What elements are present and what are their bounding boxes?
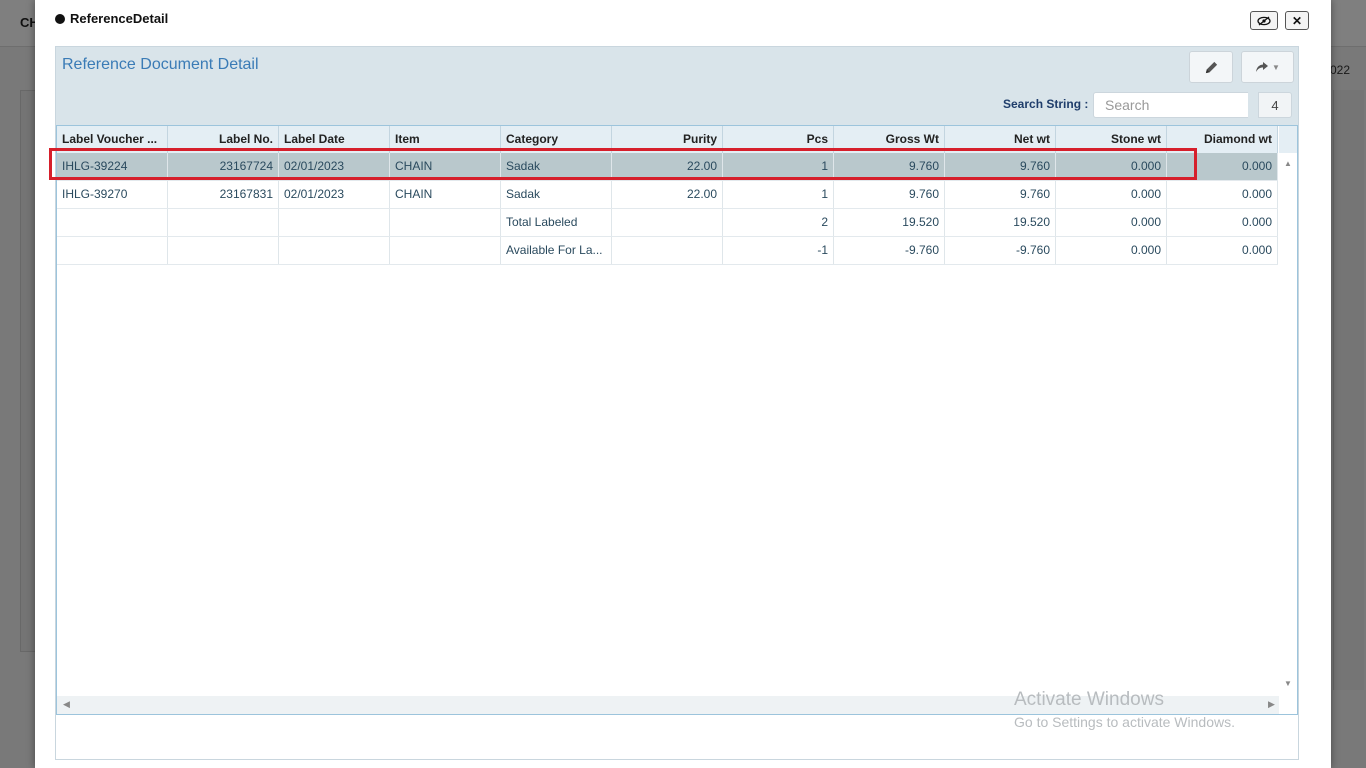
- modal-title: ReferenceDetail: [55, 11, 168, 26]
- table-cell: [390, 237, 501, 264]
- column-header[interactable]: Label Voucher ...: [57, 126, 168, 153]
- scroll-up-icon[interactable]: ▲: [1284, 159, 1292, 168]
- column-header[interactable]: Diamond wt: [1167, 126, 1278, 153]
- column-header[interactable]: Net wt: [945, 126, 1056, 153]
- close-icon: ✕: [1291, 13, 1303, 28]
- table-cell: 0.000: [1167, 209, 1278, 236]
- grid-body: IHLG-39224 23167724 02/01/2023 CHAIN Sadak 22…: [57, 153, 1278, 265]
- table-cell: 02/01/2023: [279, 181, 390, 208]
- table-cell: 19.520: [834, 209, 945, 236]
- share-icon: [1256, 62, 1269, 72]
- search-input[interactable]: [1093, 92, 1248, 118]
- table-cell: -9.760: [834, 237, 945, 264]
- column-header[interactable]: Purity: [612, 126, 723, 153]
- table-cell: 0.000: [1056, 153, 1167, 180]
- table-cell: CHAIN: [390, 181, 501, 208]
- table-cell: 0.000: [1167, 181, 1278, 208]
- table-cell: 1: [723, 181, 834, 208]
- table-cell: 0.000: [1056, 181, 1167, 208]
- table-cell: Sadak: [501, 153, 612, 180]
- table-cell: [612, 237, 723, 264]
- grid-header: Label Voucher ... Label No. Label Date Item…: [57, 126, 1278, 154]
- scroll-down-icon[interactable]: ▼: [1284, 679, 1292, 688]
- table-cell: [57, 209, 168, 236]
- table-cell: 9.760: [945, 181, 1056, 208]
- vertical-scrollbar[interactable]: ▲ ▼: [1279, 153, 1297, 696]
- search-label: Search String :: [1003, 97, 1089, 111]
- table-row[interactable]: IHLG-39270 23167831 02/01/2023 CHAIN Sadak 22…: [57, 181, 1278, 209]
- panel-title: Reference Document Detail: [62, 56, 259, 73]
- table-cell: 9.760: [834, 181, 945, 208]
- horizontal-scrollbar[interactable]: ◀ ▶: [57, 696, 1279, 714]
- table-cell: 0.000: [1167, 153, 1278, 180]
- modal-title-text: ReferenceDetail: [70, 11, 169, 26]
- table-cell: Available For La...: [501, 237, 612, 264]
- reference-document-panel: Reference Document Detail ▼ Search Strin…: [55, 46, 1299, 760]
- column-header[interactable]: Item: [390, 126, 501, 153]
- table-cell: [168, 209, 279, 236]
- table-cell: Sadak: [501, 181, 612, 208]
- bullet-icon: [55, 13, 65, 24]
- table-cell: [279, 209, 390, 236]
- eye-slash-icon: [1257, 15, 1271, 26]
- table-cell: [57, 237, 168, 264]
- table-cell: 9.760: [945, 153, 1056, 180]
- table-cell: [279, 237, 390, 264]
- chevron-down-icon: ▼: [1272, 62, 1280, 72]
- scroll-left-icon[interactable]: ◀: [63, 699, 70, 710]
- table-cell: 0.000: [1056, 237, 1167, 264]
- column-header[interactable]: Label Date: [279, 126, 390, 153]
- column-header[interactable]: Gross Wt: [834, 126, 945, 153]
- grid-header-filler: [1279, 126, 1297, 154]
- table-cell: 0.000: [1056, 209, 1167, 236]
- table-cell: [168, 237, 279, 264]
- table-cell: 23167724: [168, 153, 279, 180]
- pencil-icon: [1205, 61, 1217, 73]
- table-cell: -1: [723, 237, 834, 264]
- table-cell: 22.00: [612, 181, 723, 208]
- column-header[interactable]: Label No.: [168, 126, 279, 153]
- column-header[interactable]: Stone wt: [1056, 126, 1167, 153]
- table-cell: 2: [723, 209, 834, 236]
- table-row[interactable]: Available For La... -1 -9.760 -9.760 0.000 0.…: [57, 237, 1278, 265]
- table-cell: [390, 209, 501, 236]
- column-header[interactable]: Pcs: [723, 126, 834, 153]
- table-cell: CHAIN: [390, 153, 501, 180]
- table-cell: 1: [723, 153, 834, 180]
- share-dropdown-button[interactable]: ▼: [1241, 51, 1294, 83]
- reference-grid: Label Voucher ... Label No. Label Date Item…: [56, 125, 1298, 715]
- table-cell: IHLG-39270: [57, 181, 168, 208]
- hide-button[interactable]: [1250, 11, 1278, 30]
- close-button[interactable]: ✕: [1285, 11, 1309, 30]
- column-header[interactable]: Category: [501, 126, 612, 153]
- reference-detail-modal: ReferenceDetail ✕ Reference Document Det…: [35, 0, 1331, 768]
- scroll-right-icon[interactable]: ▶: [1268, 699, 1275, 710]
- table-row[interactable]: Total Labeled 2 19.520 19.520 0.000 0.000: [57, 209, 1278, 237]
- table-cell: IHLG-39224: [57, 153, 168, 180]
- table-cell: 22.00: [612, 153, 723, 180]
- table-cell: -9.760: [945, 237, 1056, 264]
- edit-button[interactable]: [1189, 51, 1233, 83]
- panel-header: Reference Document Detail ▼ Search Strin…: [56, 47, 1298, 125]
- search-result-count: 4: [1258, 92, 1292, 118]
- table-cell: 02/01/2023: [279, 153, 390, 180]
- table-cell: [612, 209, 723, 236]
- table-cell: 19.520: [945, 209, 1056, 236]
- table-cell: 0.000: [1167, 237, 1278, 264]
- table-cell: 23167831: [168, 181, 279, 208]
- table-row[interactable]: IHLG-39224 23167724 02/01/2023 CHAIN Sadak 22…: [57, 153, 1278, 181]
- table-cell: Total Labeled: [501, 209, 612, 236]
- table-cell: 9.760: [834, 153, 945, 180]
